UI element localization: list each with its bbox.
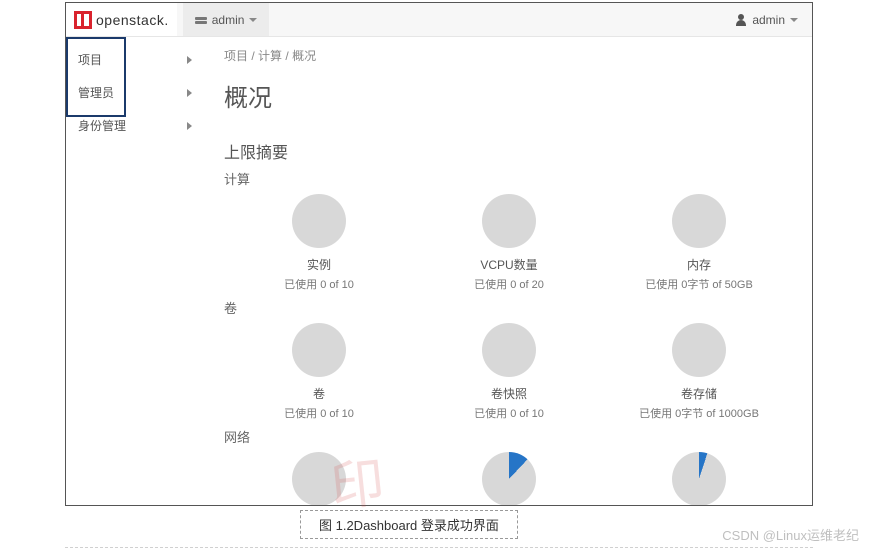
quota-tile: VCPU数量已使用 0 of 20 (434, 194, 584, 292)
crumb-current: 概况 (292, 49, 316, 63)
page-title: 概况 (224, 78, 794, 113)
quota-row: 实例已使用 0 of 10 VCPU数量已使用 0 of 20 内存已使用 0字节 … (224, 194, 794, 292)
project-switcher-label: admin (212, 13, 245, 27)
group-title: 网络 (224, 427, 794, 446)
crumb[interactable]: 计算 (258, 49, 282, 63)
quota-label: 卷 (313, 385, 325, 402)
sidebar-item-label: 管理员 (78, 84, 114, 101)
chevron-right-icon (187, 89, 192, 97)
crumb[interactable]: 项目 (224, 49, 248, 63)
user-menu[interactable]: admin (721, 3, 812, 36)
quota-usage: 已使用 0 of 10 (474, 405, 544, 421)
user-menu-label: admin (752, 13, 785, 27)
brand: openstack. (66, 3, 177, 36)
quota-tile: 卷已使用 0 of 10 (244, 323, 394, 421)
quota-label: 内存 (687, 256, 711, 273)
donut-chart-icon (672, 194, 726, 248)
sidebar-item-project[interactable]: 项目 (66, 43, 206, 76)
quota-label: 卷快照 (491, 385, 527, 402)
main-content: 项目 / 计算 / 概况 概况 上限摘要 计算实例已使用 0 of 10 VCPU… (206, 37, 812, 505)
donut-chart-icon (292, 194, 346, 248)
openstack-logo-icon (74, 11, 92, 29)
sidebar-item-label: 项目 (78, 51, 102, 68)
donut-chart-icon (482, 323, 536, 377)
caret-down-icon (249, 18, 257, 22)
caret-down-icon (790, 18, 798, 22)
quota-tile: 内存已使用 0字节 of 50GB (624, 194, 774, 292)
quota-tile: 浮动IP (244, 452, 394, 505)
quota-label: 实例 (307, 256, 331, 273)
quota-tile: 卷存储已使用 0字节 of 1000GB (624, 323, 774, 421)
figure-caption: 图 1.2Dashboard 登录成功界面 (300, 510, 518, 539)
quota-label: 卷存储 (681, 385, 717, 402)
sidebar-item-admin[interactable]: 管理员 (66, 76, 206, 109)
donut-chart-icon (292, 323, 346, 377)
brand-text: openstack. (96, 12, 169, 28)
divider (65, 547, 813, 548)
quota-tile: 安全组 (434, 452, 584, 505)
quota-tile: 卷快照已使用 0 of 10 (434, 323, 584, 421)
sidebar-item-label: 身份管理 (78, 117, 126, 134)
group-title: 卷 (224, 298, 794, 317)
quota-usage: 已使用 0 of 10 (284, 405, 354, 421)
group-title: 计算 (224, 169, 794, 188)
top-bar: openstack. admin admin (66, 3, 812, 37)
chevron-right-icon (187, 56, 192, 64)
donut-chart-icon (672, 452, 726, 505)
donut-chart-icon (292, 452, 346, 505)
summary-title: 上限摘要 (224, 139, 794, 163)
quota-tile: 实例已使用 0 of 10 (244, 194, 394, 292)
project-switcher[interactable]: admin (183, 3, 270, 36)
donut-chart-icon (482, 194, 536, 248)
quota-tile: 安全组规则 (624, 452, 774, 505)
csdn-credit: CSDN @Linux运维老纪 (722, 525, 859, 544)
breadcrumb: 项目 / 计算 / 概况 (224, 47, 794, 64)
quota-usage: 已使用 0字节 of 50GB (645, 276, 753, 292)
quota-usage: 已使用 0字节 of 1000GB (639, 405, 759, 421)
quota-usage: 已使用 0 of 20 (474, 276, 544, 292)
sidebar: 项目 管理员 身份管理 (66, 37, 206, 505)
chevron-right-icon (187, 122, 192, 130)
quota-row: 浮动IP 安全组安全组规则 (224, 452, 794, 505)
project-icon (195, 15, 207, 25)
donut-chart-icon (672, 323, 726, 377)
quota-label: VCPU数量 (480, 256, 537, 273)
sidebar-item-identity[interactable]: 身份管理 (66, 109, 206, 142)
quota-row: 卷已使用 0 of 10卷快照已使用 0 of 10卷存储已使用 0字节 of … (224, 323, 794, 421)
donut-chart-icon (482, 452, 536, 505)
quota-usage: 已使用 0 of 10 (284, 276, 354, 292)
app-window: openstack. admin admin 项目 管理员 身份管理 (65, 2, 813, 506)
user-icon (735, 14, 747, 26)
